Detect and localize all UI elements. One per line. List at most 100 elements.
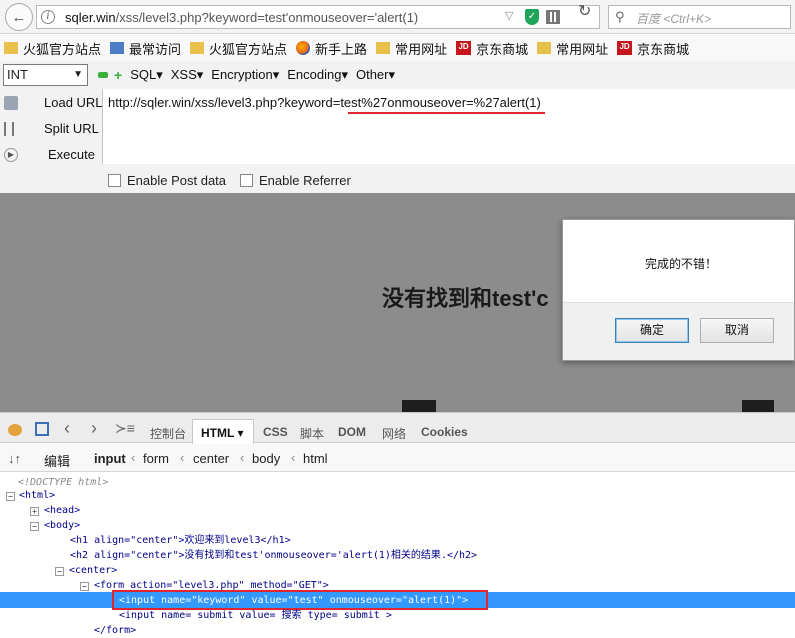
form-close-tag: </form> [94,625,137,636]
increase-icon[interactable]: + [114,67,122,83]
doctype-text: <!DOCTYPE html> [18,477,109,488]
cancel-button[interactable]: 取消 [700,318,774,343]
form-tag: <form action="level3.php" method="GET"> [94,580,329,591]
tab-console[interactable]: 控制台 [150,425,186,442]
tab-script[interactable]: 脚本 [300,425,324,442]
history-dropdown-icon[interactable]: ▽ [505,9,513,22]
collapse-toggle[interactable]: − [6,492,15,501]
bookmark-label: 最常访问 [129,41,182,57]
type-select[interactable]: INT ▼ [3,64,88,86]
head-tag: <head> [44,505,81,516]
menu-encoding[interactable]: Encoding▾ [287,67,348,83]
split-url-button[interactable]: Split URL [4,121,99,136]
jd-icon: JD [456,41,472,55]
breadcrumb: ↓↑ 编辑 input ‹ form ‹ center ‹ body ‹ htm… [0,444,795,472]
bookmark-item[interactable]: JD 京东商城 [456,39,528,58]
reload-icon[interactable]: ↻ [578,1,591,21]
firebug-icon[interactable] [8,424,22,436]
shield-icon[interactable]: ✓ [525,9,539,25]
tree-row-form-close[interactable]: </form> [94,623,136,638]
decrease-icon[interactable] [98,72,108,78]
address-path: /xss/level3.php?keyword=test'onmouseover… [115,10,419,25]
highlight-underline [348,112,545,114]
breadcrumb-item-input[interactable]: input [94,451,126,466]
tab-html[interactable]: HTML ▾ [192,419,254,445]
tree-row-input-keyword[interactable]: <input name="keyword" value="test" onmou… [119,593,468,608]
breadcrumb-item-html[interactable]: html [303,451,328,466]
folder-icon [4,42,18,54]
checkbox-box [240,174,253,187]
folder-icon [537,42,552,54]
alert-dialog: 完成的不错！ 确定 取消 [562,219,795,361]
url-textarea[interactable]: http://sqler.win/xss/level3.php?keyword=… [102,89,795,164]
folder-icon [190,42,205,54]
bookmark-item[interactable]: 常用网址 [537,39,608,58]
menu-sql[interactable]: SQL▾ [130,67,163,83]
edit-button[interactable]: 编辑 [44,451,70,470]
enable-post-label: Enable Post data [127,173,227,188]
forward-arrow-icon[interactable]: › [91,418,97,439]
execute-button[interactable]: ▶ Execute [4,147,95,162]
ok-button[interactable]: 确定 [615,318,689,343]
expand-toggle[interactable]: + [30,507,39,516]
jd-icon: JD [617,41,633,55]
breadcrumb-item-body[interactable]: body [252,451,280,466]
folder-icon [376,42,391,54]
bookmark-item[interactable]: 火狐官方站点 [190,39,287,58]
bookmark-label: 京东商城 [476,41,529,57]
center-tag: <center> [69,565,118,576]
info-icon[interactable]: i [41,10,55,24]
tree-row-head[interactable]: <head> [44,503,80,518]
search-input[interactable]: ⚲ 百度 <Ctrl+K> [608,5,791,29]
enable-post-checkbox[interactable]: Enable Post data [108,173,226,188]
tree-row-body[interactable]: <body> [44,518,80,533]
page-element-block [402,400,436,412]
collapse-toggle[interactable]: − [80,582,89,591]
tree-row-form[interactable]: <form action="level3.php" method="GET"> [94,578,329,593]
execute-label: Execute [48,147,95,162]
collapse-toggle[interactable]: − [30,522,39,531]
bookmark-item[interactable]: 最常访问 [110,39,181,58]
bookmark-label: 京东商城 [637,41,690,57]
alert-message: 完成的不错！ [645,257,718,271]
bookmark-item[interactable]: JD 京东商城 [617,39,689,58]
load-url-button[interactable]: Load URL [4,95,103,110]
tree-row-h1[interactable]: <h1 align="center">欢迎来到level3</h1> [70,533,291,548]
enable-referrer-checkbox[interactable]: Enable Referrer [240,173,351,188]
bookmark-item[interactable]: 新手上路 [296,39,367,58]
menu-xss[interactable]: XSS▾ [171,67,204,83]
breadcrumb-item-form[interactable]: form [143,451,169,466]
tree-row-h2[interactable]: <h2 align="center">没有找到和test'onmouseover… [70,548,477,563]
tree-row-html[interactable]: <html> [19,488,55,503]
load-icon [4,95,18,110]
inspect-icon[interactable] [35,422,49,436]
back-arrow-icon[interactable]: ‹ [64,418,70,439]
play-icon: ▶ [4,147,18,162]
tree-row-input-submit[interactable]: <input name= submit value= 搜索 type= subm… [119,608,392,623]
tab-css[interactable]: CSS [263,425,288,439]
collapse-toggle[interactable]: − [55,567,64,576]
bookmark-item[interactable]: 常用网址 [376,39,447,58]
qrcode-icon[interactable] [546,10,560,24]
body-tag: <body> [44,520,81,531]
tab-cookies[interactable]: Cookies [421,425,468,439]
command-line-icon[interactable]: ≻≡ [115,420,135,437]
hackbar-toolbar: INT ▼ + SQL▾ XSS▾ Encryption▾ Encoding▾ O… [0,61,795,89]
back-button[interactable]: ← [5,3,33,31]
chevron-left-icon: ‹ [180,450,185,465]
split-icon [4,121,14,136]
bookmark-item[interactable]: 火狐官方站点 [4,39,101,58]
hackbar-panel: Load URL Split URL ▶ Execute http://sqler… [0,89,795,193]
menu-encryption[interactable]: Encryption▾ [211,67,279,83]
chevron-left-icon: ‹ [291,450,296,465]
address-host: sqler.win [65,10,116,25]
tab-network[interactable]: 网络 [382,425,406,442]
chevron-left-icon: ‹ [131,450,136,465]
menu-other[interactable]: Other▾ [356,67,395,83]
breadcrumb-item-center[interactable]: center [193,451,229,466]
address-bar[interactable]: i sqler.win/xss/level3.php?keyword=test'… [36,5,600,29]
h1-tag: <h1 align="center">欢迎来到level3</h1> [70,535,291,546]
inspect-toggle-icon[interactable]: ↓↑ [8,451,21,466]
tab-dom[interactable]: DOM [338,425,366,439]
tree-row-center[interactable]: <center> [69,563,117,578]
